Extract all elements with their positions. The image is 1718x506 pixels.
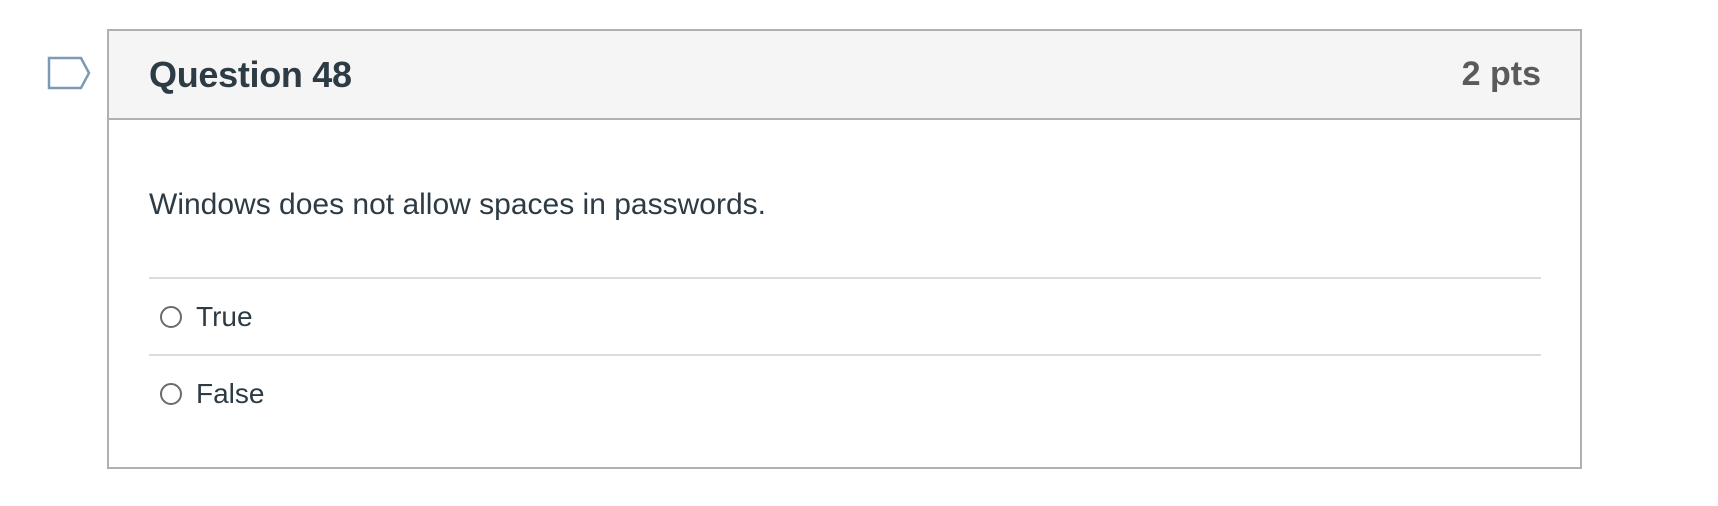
quiz-page: Question 48 2 pts Windows does not allow… [0, 0, 1718, 506]
question-title: Question 48 [149, 53, 352, 95]
answer-list: True False [149, 277, 1541, 431]
radio-button-false[interactable] [160, 382, 182, 405]
question-card: Question 48 2 pts Windows does not allow… [107, 29, 1582, 469]
question-points: 2 pts [1461, 55, 1541, 93]
radio-button-true[interactable] [160, 305, 182, 328]
question-header: Question 48 2 pts [109, 31, 1580, 120]
answer-label: True [196, 300, 253, 332]
answer-option-false[interactable]: False [149, 356, 1541, 431]
question-body: Windows does not allow spaces in passwor… [109, 184, 1580, 431]
question-text: Windows does not allow spaces in passwor… [149, 188, 766, 221]
answer-label: False [196, 377, 265, 409]
answer-option-true[interactable]: True [149, 279, 1541, 356]
flag-question-icon[interactable] [47, 56, 91, 90]
